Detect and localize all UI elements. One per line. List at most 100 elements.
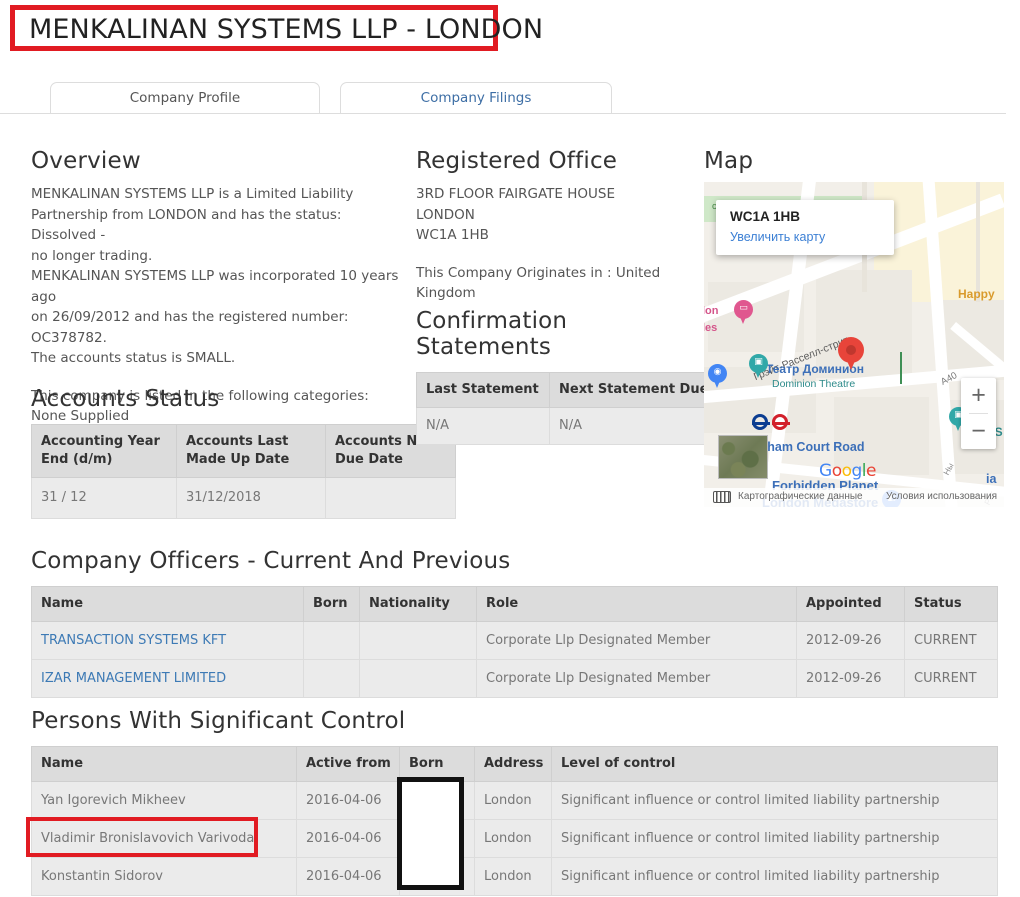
overview-line-3: no longer trading.: [31, 247, 153, 264]
col-psc-born: Born: [399, 746, 475, 782]
office-spacer: [416, 246, 692, 263]
cell-officer-name: TRANSACTION SYSTEMS KFT: [31, 621, 304, 660]
marker-tip: [844, 354, 858, 370]
google-map[interactable]: сквер Гарден lon les Happy Грэйт-Расселл…: [704, 182, 1004, 507]
map-road-minor-2: [976, 182, 980, 302]
accounts-status-section: Accounts Status Accounting Year End (d/m…: [31, 386, 456, 519]
cell-psc-address: London: [474, 857, 552, 896]
map-attribution-bar: Картографические данные Условия использо…: [704, 488, 1004, 507]
confirmation-statements-heading: Confirmation Statements: [416, 307, 568, 360]
confirmation-statements-table: Last Statement Next Statement Due N/A N/…: [416, 371, 725, 445]
cell-officer-name: IZAR MANAGEMENT LIMITED: [31, 659, 304, 698]
table-header-row: Last Statement Next Statement Due: [416, 371, 725, 408]
cell-next-due: [325, 477, 456, 519]
table-row: IZAR MANAGEMENT LIMITED Corporate Llp De…: [31, 659, 998, 698]
col-officer-appointed: Appointed: [796, 586, 905, 622]
overview-line-1: MENKALINAN SYSTEMS LLP is a Limited Liab…: [31, 186, 354, 202]
psc-table: Name Active from Born Address Level of c…: [31, 746, 998, 896]
cell-officer-born: [303, 659, 360, 698]
psc-section: Persons With Significant Control Name Ac…: [31, 708, 998, 896]
info-window-zoom-link[interactable]: Увеличить карту: [730, 230, 825, 244]
tab-company-profile[interactable]: Company Profile: [50, 82, 320, 113]
overview-line-2: Partnership from LONDON and has the stat…: [31, 206, 342, 244]
cell-psc-level-of-control: Significant influence or control limited…: [551, 819, 998, 858]
cell-psc-name: Konstantin Sidorov: [31, 857, 297, 896]
marker-glyph: ◉: [713, 367, 722, 377]
registered-office-address: 3RD FLOOR FAIRGATE HOUSE LONDON WC1A 1HB…: [416, 184, 692, 304]
cell-psc-active-from: 2016-04-06: [296, 857, 400, 896]
col-officer-born: Born: [303, 586, 360, 622]
company-officers-table: Name Born Nationality Role Appointed Sta…: [31, 586, 998, 698]
cell-psc-address: London: [474, 819, 552, 858]
map-green-path: [900, 352, 902, 384]
keyboard-shortcuts-icon[interactable]: [713, 491, 731, 503]
col-officer-role: Role: [476, 586, 797, 622]
company-officers-heading: Company Officers - Current And Previous: [31, 548, 511, 574]
map-marker-theatre-icon[interactable]: ▣: [749, 354, 768, 379]
tab-company-profile-label: Company Profile: [129, 90, 241, 106]
table-row: Yan Igorevich Mikheev 2016-04-06 London …: [31, 781, 998, 820]
cell-psc-name: Yan Igorevich Mikheev: [31, 781, 297, 820]
accounts-status-table: Accounting Year End (d/m) Accounts Last …: [31, 424, 456, 519]
col-accounting-year-end-l2: End (d/m): [41, 452, 113, 467]
cell-psc-address: London: [474, 781, 552, 820]
terms-of-use-label[interactable]: Условия использования: [886, 491, 997, 502]
officer-name-link[interactable]: IZAR MANAGEMENT LIMITED: [41, 671, 226, 686]
table-row: Konstantin Sidorov 2016-04-06 London Sig…: [31, 857, 998, 896]
company-title-highlight-box: MENKALINAN SYSTEMS LLP - LONDON: [10, 5, 543, 51]
map-marker-company-location[interactable]: [838, 337, 864, 371]
col-psc-active-from: Active from: [296, 746, 400, 782]
satellite-view-thumbnail[interactable]: [718, 435, 768, 479]
cell-last-statement: N/A: [416, 406, 550, 445]
cell-psc-name: Vladimir Bronislavovich Varivoda: [31, 819, 297, 858]
col-psc-level-of-control: Level of control: [551, 746, 998, 782]
map-label-ia: ia: [986, 472, 997, 486]
cell-officer-born: [303, 621, 360, 660]
table-header-row: Accounting Year End (d/m) Accounts Last …: [31, 424, 456, 478]
registered-office-section: Registered Office 3RD FLOOR FAIRGATE HOU…: [416, 148, 725, 445]
table-header-row: Name Born Nationality Role Appointed Sta…: [31, 586, 998, 622]
overview-section: Overview MENKALINAN SYSTEMS LLP is a Lim…: [31, 148, 403, 427]
tab-company-filings-label: Company Filings: [420, 90, 532, 106]
col-last-statement: Last Statement: [416, 371, 550, 408]
map-label-theatre-en: Dominion Theatre: [772, 378, 856, 390]
cell-last-made-up: 31/12/2018: [176, 477, 326, 519]
table-row: Vladimir Bronislavovich Varivoda 2016-04…: [31, 819, 998, 858]
officer-name-link[interactable]: TRANSACTION SYSTEMS KFT: [41, 633, 226, 648]
map-info-window[interactable]: WC1A 1HB Увеличить карту: [716, 200, 894, 255]
table-row: TRANSACTION SYSTEMS KFT Corporate Llp De…: [31, 621, 998, 660]
zoom-in-button[interactable]: +: [961, 378, 996, 413]
cell-psc-born: [399, 857, 475, 896]
confirmation-statements-section: Confirmation Statements Last Statement N…: [416, 307, 725, 445]
cell-psc-born: [399, 781, 475, 820]
company-officers-section: Company Officers - Current And Previous …: [31, 548, 998, 698]
col-psc-name: Name: [31, 746, 297, 782]
map-data-label: Картографические данные: [738, 491, 863, 502]
overview-line-6: The accounts status is SMALL.: [31, 350, 236, 366]
cell-year-end: 31 / 12: [31, 477, 177, 519]
address-line-1: 3RD FLOOR FAIRGATE HOUSE: [416, 186, 615, 202]
cell-next-statement-due: N/A: [549, 406, 725, 445]
col-accounts-last-made-up-l2: Made Up Date: [186, 452, 290, 467]
cell-psc-active-from: 2016-04-06: [296, 781, 400, 820]
registered-office-heading: Registered Office: [416, 148, 618, 174]
col-accounting-year-end: Accounting Year End (d/m): [31, 424, 177, 478]
address-line-2: LONDON: [416, 206, 475, 223]
tube-roundel-icon-1: [752, 414, 770, 430]
origin-line-2: Kingdom: [416, 285, 476, 301]
table-row: 31 / 12 31/12/2018: [31, 477, 456, 519]
cell-officer-appointed: 2012-09-26: [796, 659, 905, 698]
table-header-row: Name Active from Born Address Level of c…: [31, 746, 998, 782]
map-section: Map сквер Гарден lon: [704, 148, 1004, 507]
tab-company-filings[interactable]: Company Filings: [340, 82, 612, 113]
map-label-lon: lon: [704, 305, 719, 317]
map-label-les: les: [704, 322, 718, 334]
marker-glyph: ▭: [739, 303, 748, 313]
cell-officer-status: CURRENT: [904, 621, 998, 660]
map-marker-poi-icon[interactable]: ◉: [708, 364, 727, 389]
map-marker-hotel-icon[interactable]: ▭: [734, 300, 753, 325]
overview-line-4: MENKALINAN SYSTEMS LLP was incorporated …: [31, 268, 399, 305]
col-accounting-year-end-l1: Accounting Year: [41, 434, 160, 449]
col-accounts-next-due-l2: Due Date: [335, 452, 403, 467]
zoom-out-button[interactable]: −: [961, 414, 996, 449]
